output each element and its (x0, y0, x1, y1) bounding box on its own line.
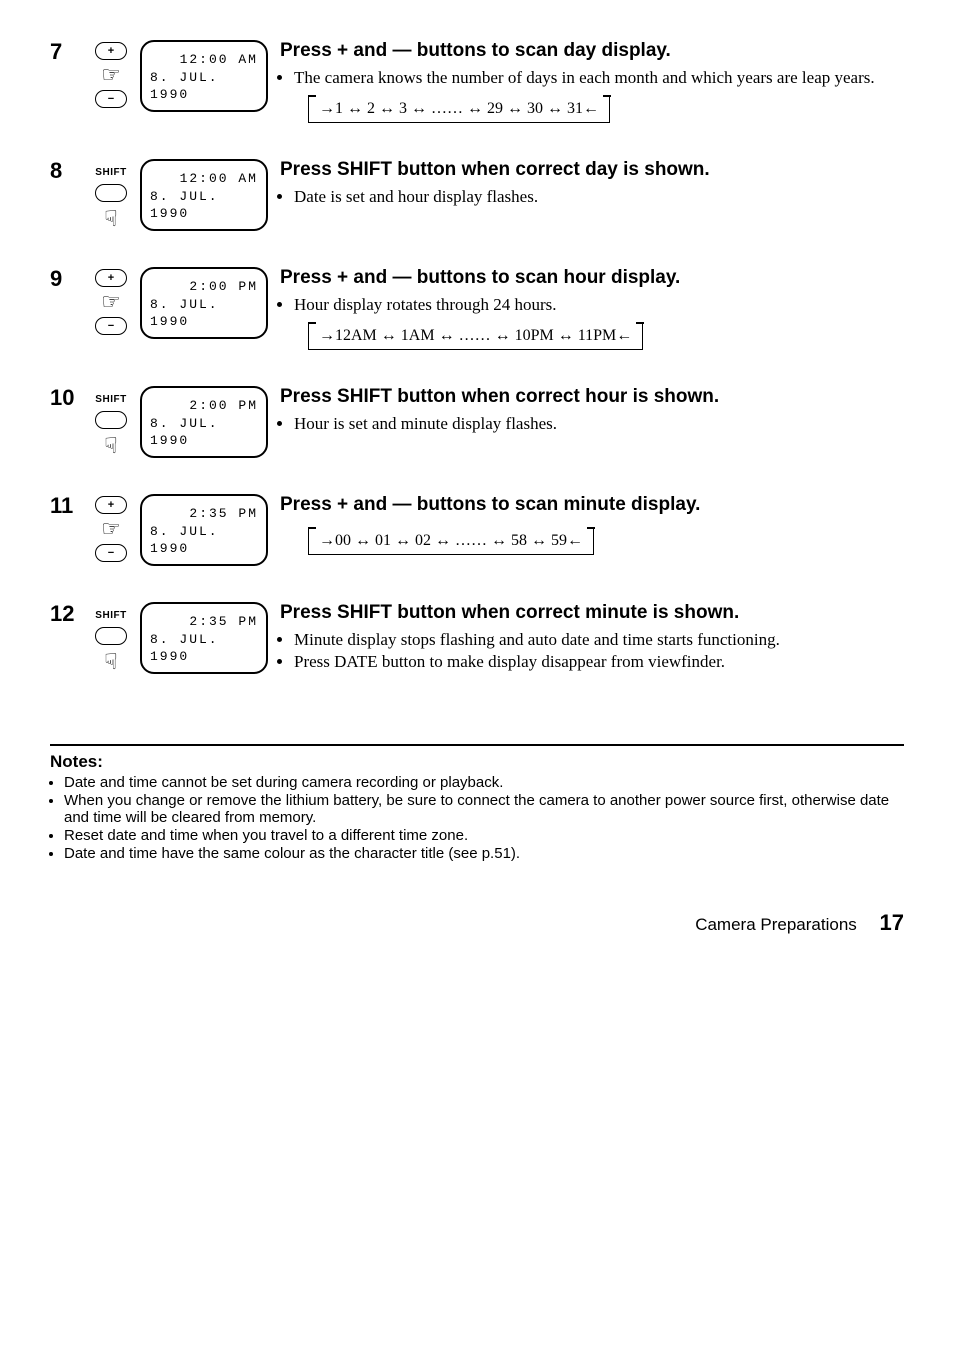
step-bullets: Hour is set and minute display flashes. (280, 414, 904, 434)
shift-label: SHIFT (95, 610, 126, 621)
step-title: Press + and — buttons to scan day displa… (280, 40, 904, 62)
lcd-line-date: 8. JUL. 1990 (150, 415, 258, 450)
note-item: Date and time cannot be set during camer… (64, 774, 904, 791)
button-illustration: + ☞ − (88, 267, 134, 335)
lcd-display: 2:00 PM8. JUL. 1990 (140, 386, 268, 458)
bullet-item: Press DATE button to make display disapp… (294, 652, 904, 672)
lcd-line-date: 8. JUL. 1990 (150, 69, 258, 104)
step-bullets: Minute display stops flashing and auto d… (280, 630, 904, 672)
shift-label: SHIFT (95, 394, 126, 405)
lcd-line-time: 2:00 PM (189, 278, 258, 296)
step: 12 SHIFT ☟ 2:35 PM8. JUL. 1990 Press SHIFT b… (50, 602, 904, 674)
lcd-line-date: 8. JUL. 1990 (150, 631, 258, 666)
sequence-diagram: →1 ↔ 2 ↔ 3 ↔ …… ↔ 29 ↔ 30 ↔ 31← (308, 96, 610, 123)
lcd-line-time: 2:35 PM (189, 505, 258, 523)
step-text: Press SHIFT button when correct minute i… (280, 602, 904, 674)
section-title: Camera Preparations (695, 915, 857, 934)
step-title: Press + and — buttons to scan hour displ… (280, 267, 904, 289)
shift-button-icon (95, 411, 127, 429)
step-text: Press SHIFT button when correct hour is … (280, 386, 904, 436)
step: 9+☞−2:00 PM8. JUL. 1990Press + and — but… (50, 267, 904, 350)
step-number: 8 (50, 159, 76, 183)
lcd-display: 12:00 AM8. JUL. 1990 (140, 159, 268, 231)
notes-list: Date and time cannot be set during camer… (50, 774, 904, 862)
lcd-display: 2:35 PM8. JUL. 1990 (140, 602, 268, 674)
step-number: 11 (50, 494, 76, 518)
bullet-item: The camera knows the number of days in e… (294, 68, 904, 88)
sequence-diagram: →12AM ↔ 1AM ↔ …… ↔ 10PM ↔ 11PM← (308, 323, 643, 350)
hand-icon: ☞ (101, 291, 121, 313)
lcd-display: 2:00 PM8. JUL. 1990 (140, 267, 268, 339)
step-bullets: The camera knows the number of days in e… (280, 68, 904, 88)
step-bullets: Date is set and hour display flashes. (280, 187, 904, 207)
step-text: Press + and — buttons to scan minute dis… (280, 494, 904, 555)
shift-button-icon (95, 184, 127, 202)
note-item: When you change or remove the lithium ba… (64, 792, 904, 826)
step-number: 10 (50, 386, 76, 410)
shift-button-icon (95, 627, 127, 645)
lcd-line-date: 8. JUL. 1990 (150, 188, 258, 223)
minus-button-icon: − (95, 544, 127, 562)
lcd-line-date: 8. JUL. 1990 (150, 296, 258, 331)
note-item: Reset date and time when you travel to a… (64, 827, 904, 844)
bullet-item: Date is set and hour display flashes. (294, 187, 904, 207)
page-footer: Camera Preparations 17 (50, 910, 904, 936)
bullet-item: Hour display rotates through 24 hours. (294, 295, 904, 315)
button-illustration: SHIFT ☟ (88, 386, 134, 457)
sequence-diagram: →00 ↔ 01 ↔ 02 ↔ …… ↔ 58 ↔ 59← (308, 528, 594, 555)
hand-icon: ☞ (101, 64, 121, 86)
step-title: Press + and — buttons to scan minute dis… (280, 494, 904, 516)
step-text: Press + and — buttons to scan day displa… (280, 40, 904, 123)
button-illustration: + ☞ − (88, 40, 134, 108)
lcd-column: SHIFT ☟ 12:00 AM8. JUL. 1990 (88, 159, 268, 231)
button-illustration: SHIFT ☟ (88, 602, 134, 673)
notes-heading: Notes: (50, 752, 904, 772)
step-text: Press SHIFT button when correct day is s… (280, 159, 904, 209)
minus-button-icon: − (95, 317, 127, 335)
step: 7+☞−12:00 AM8. JUL. 1990Press + and — bu… (50, 40, 904, 123)
lcd-display: 12:00 AM8. JUL. 1990 (140, 40, 268, 112)
lcd-column: SHIFT ☟ 2:35 PM8. JUL. 1990 (88, 602, 268, 674)
button-illustration: SHIFT ☟ (88, 159, 134, 230)
step-text: Press + and — buttons to scan hour displ… (280, 267, 904, 350)
step-number: 9 (50, 267, 76, 291)
step-bullets: Hour display rotates through 24 hours. (280, 295, 904, 315)
page-number: 17 (880, 910, 904, 935)
plus-button-icon: + (95, 269, 127, 287)
step-number: 7 (50, 40, 76, 64)
hand-icon: ☞ (101, 518, 121, 540)
lcd-column: +☞−2:35 PM8. JUL. 1990 (88, 494, 268, 566)
lcd-line-time: 2:35 PM (189, 613, 258, 631)
button-illustration: + ☞ − (88, 494, 134, 562)
lcd-display: 2:35 PM8. JUL. 1990 (140, 494, 268, 566)
hand-icon: ☟ (104, 651, 117, 673)
hand-icon: ☟ (104, 208, 117, 230)
bullet-item: Hour is set and minute display flashes. (294, 414, 904, 434)
minus-button-icon: − (95, 90, 127, 108)
lcd-line-time: 12:00 AM (180, 51, 258, 69)
step-number: 12 (50, 602, 76, 626)
lcd-column: SHIFT ☟ 2:00 PM8. JUL. 1990 (88, 386, 268, 458)
lcd-line-time: 2:00 PM (189, 397, 258, 415)
bullet-item: Minute display stops flashing and auto d… (294, 630, 904, 650)
note-item: Date and time have the same colour as th… (64, 845, 904, 862)
plus-button-icon: + (95, 496, 127, 514)
lcd-line-time: 12:00 AM (180, 170, 258, 188)
lcd-column: +☞−2:00 PM8. JUL. 1990 (88, 267, 268, 339)
plus-button-icon: + (95, 42, 127, 60)
lcd-line-date: 8. JUL. 1990 (150, 523, 258, 558)
step-title: Press SHIFT button when correct minute i… (280, 602, 904, 624)
shift-label: SHIFT (95, 167, 126, 178)
divider (50, 744, 904, 746)
step: 8 SHIFT ☟ 12:00 AM8. JUL. 1990 Press SHIFT b… (50, 159, 904, 231)
step: 10 SHIFT ☟ 2:00 PM8. JUL. 1990 Press SHIFT b… (50, 386, 904, 458)
step-title: Press SHIFT button when correct hour is … (280, 386, 904, 408)
hand-icon: ☟ (104, 435, 117, 457)
step-title: Press SHIFT button when correct day is s… (280, 159, 904, 181)
step: 11+☞−2:35 PM8. JUL. 1990Press + and — bu… (50, 494, 904, 566)
lcd-column: +☞−12:00 AM8. JUL. 1990 (88, 40, 268, 112)
